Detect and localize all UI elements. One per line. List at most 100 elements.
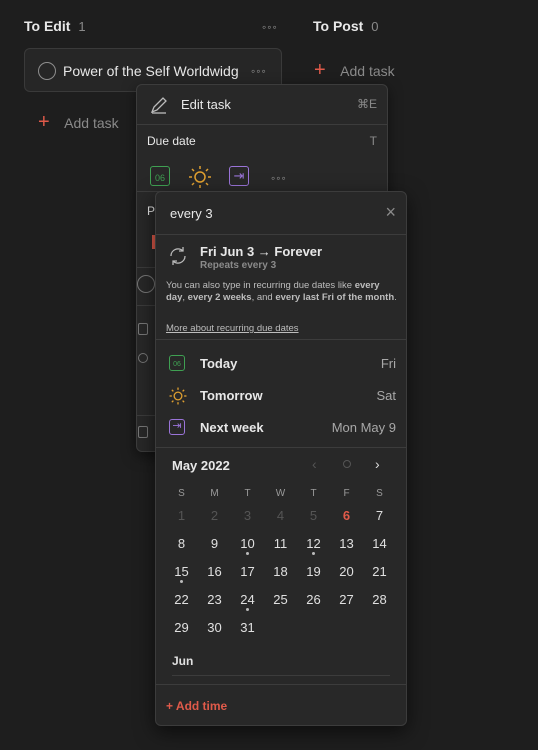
weekday-label: W xyxy=(275,488,286,499)
month-label: May 2022 xyxy=(172,458,230,473)
menu-divider xyxy=(137,267,157,268)
recurring-help-link[interactable]: More about recurring due dates xyxy=(166,323,299,334)
add-task-button-to-post[interactable]: + Add task xyxy=(314,60,395,81)
calendar-day[interactable]: 30 xyxy=(198,614,231,642)
task-complete-checkbox[interactable] xyxy=(38,62,56,80)
calendar-day-number: 10 xyxy=(240,536,255,551)
quick-option-day: Mon May 9 xyxy=(331,420,396,435)
help-text: , and xyxy=(251,292,273,303)
due-next-week-icon[interactable]: ⇥ xyxy=(229,166,249,186)
calendar-day[interactable]: 10 xyxy=(231,530,264,558)
calendar-day[interactable]: 18 xyxy=(264,558,297,586)
column-title: To Post xyxy=(313,18,364,34)
quick-option-today[interactable]: 06 Today Fri xyxy=(156,348,406,380)
calendar-day[interactable]: 15 xyxy=(165,558,198,586)
priority-label: P xyxy=(147,204,156,218)
calendar-day[interactable]: 8 xyxy=(165,530,198,558)
recurring-title: Fri Jun 3 → Forever xyxy=(200,244,323,259)
calendar-day[interactable]: 20 xyxy=(330,558,363,586)
due-tomorrow-sun-icon[interactable] xyxy=(187,164,213,190)
calendar-day[interactable]: 11 xyxy=(264,530,297,558)
plus-icon: + xyxy=(38,111,50,133)
task-indicator-dot xyxy=(312,552,315,555)
calendar-day-number: 26 xyxy=(306,592,321,607)
calendar-day-number: 8 xyxy=(177,536,186,551)
next-month-label: Jun xyxy=(172,654,194,668)
pencil-icon xyxy=(150,97,167,114)
reminder-icon[interactable] xyxy=(137,275,155,293)
delete-icon[interactable] xyxy=(138,426,148,438)
due-today-icon[interactable]: 06 xyxy=(150,166,170,186)
calendar-day[interactable]: 22 xyxy=(165,586,198,614)
calendar-day[interactable]: 29 xyxy=(165,614,198,642)
plus-icon: + xyxy=(314,59,326,81)
calendar-week-row: 1 2 3 4 5 6 7 xyxy=(165,502,396,530)
edit-task-menu-item[interactable]: Edit task ⌘E xyxy=(137,85,387,123)
task-title[interactable]: Power of the Self Worldwidg xyxy=(63,63,243,79)
divider xyxy=(156,684,406,685)
calendar-day[interactable]: 31 xyxy=(231,614,264,642)
link-icon[interactable] xyxy=(138,353,148,363)
calendar-day: 5 xyxy=(297,502,330,530)
recurring-suggestion[interactable]: Fri Jun 3 → Forever Repeats every 3 xyxy=(156,236,406,276)
weekday-header: SMTWTFS xyxy=(165,488,396,499)
add-task-button-to-edit[interactable]: + Add task xyxy=(38,112,119,133)
calendar-day: 3 xyxy=(231,502,264,530)
calendar-day-number: 16 xyxy=(207,564,222,579)
calendar-today-icon: 06 xyxy=(169,355,185,371)
help-example: every last Fri of the month xyxy=(275,292,395,303)
weekday-label: M xyxy=(210,488,219,499)
quick-option-tomorrow[interactable]: Tomorrow Sat xyxy=(156,380,406,412)
calendar-day-number: 23 xyxy=(207,592,222,607)
calendar-day[interactable]: 13 xyxy=(330,530,363,558)
calendar-day[interactable]: 23 xyxy=(198,586,231,614)
calendar-day[interactable]: 21 xyxy=(363,558,396,586)
calendar-day-number: 6 xyxy=(342,508,351,523)
current-month-icon[interactable] xyxy=(343,460,351,468)
weekday-label: S xyxy=(376,488,383,499)
divider xyxy=(156,447,406,448)
sun-icon xyxy=(169,387,187,405)
date-picker-popover: every 3 × Fri Jun 3 → Forever Repeats ev… xyxy=(155,191,407,726)
task-more-icon[interactable]: ◦◦◦ xyxy=(251,64,267,78)
column-header-to-edit: To Edit 1 xyxy=(24,18,86,34)
calendar-day[interactable]: 27 xyxy=(330,586,363,614)
weekday-label: T xyxy=(244,488,251,499)
clear-input-icon[interactable]: × xyxy=(385,202,396,223)
calendar-day[interactable]: 17 xyxy=(231,558,264,586)
calendar-day[interactable]: 24 xyxy=(231,586,264,614)
calendar-day[interactable]: 28 xyxy=(363,586,396,614)
calendar-week-row: 22 23 24 25 26 27 28 xyxy=(165,586,396,614)
column-more-icon[interactable]: ◦◦◦ xyxy=(262,20,278,34)
calendar-day-number: 13 xyxy=(339,536,354,551)
divider xyxy=(156,234,406,235)
calendar-day[interactable]: 14 xyxy=(363,530,396,558)
calendar-day-number: 12 xyxy=(306,536,321,551)
edit-task-label: Edit task xyxy=(181,97,231,112)
help-example: every 2 weeks xyxy=(187,292,252,303)
move-icon[interactable] xyxy=(138,323,148,335)
calendar-day[interactable]: 26 xyxy=(297,586,330,614)
add-time-button[interactable]: + Add time xyxy=(166,699,227,713)
calendar-day[interactable]: 25 xyxy=(264,586,297,614)
task-indicator-dot xyxy=(246,552,249,555)
quick-option-next-week[interactable]: ⇥ Next week Mon May 9 xyxy=(156,412,406,444)
calendar-day[interactable]: 12 xyxy=(297,530,330,558)
menu-divider xyxy=(137,415,157,416)
due-date-input[interactable]: every 3 xyxy=(170,206,213,221)
calendar-day[interactable]: 19 xyxy=(297,558,330,586)
calendar-day-number: 20 xyxy=(339,564,354,579)
column-count: 0 xyxy=(371,19,379,34)
weekday-label: T xyxy=(310,488,317,499)
next-month-icon[interactable]: › xyxy=(375,456,380,472)
menu-divider xyxy=(137,124,387,125)
calendar-day-number: 7 xyxy=(375,508,384,523)
calendar-day[interactable]: 6 xyxy=(330,502,363,530)
calendar-day-number: 28 xyxy=(372,592,387,607)
calendar-day[interactable]: 9 xyxy=(198,530,231,558)
calendar-week-row: 15 16 17 18 19 20 21 xyxy=(165,558,396,586)
prev-month-icon[interactable]: ‹ xyxy=(312,456,317,472)
calendar-day[interactable]: 16 xyxy=(198,558,231,586)
due-more-icon[interactable]: ◦◦◦ xyxy=(271,171,287,185)
calendar-day[interactable]: 7 xyxy=(363,502,396,530)
